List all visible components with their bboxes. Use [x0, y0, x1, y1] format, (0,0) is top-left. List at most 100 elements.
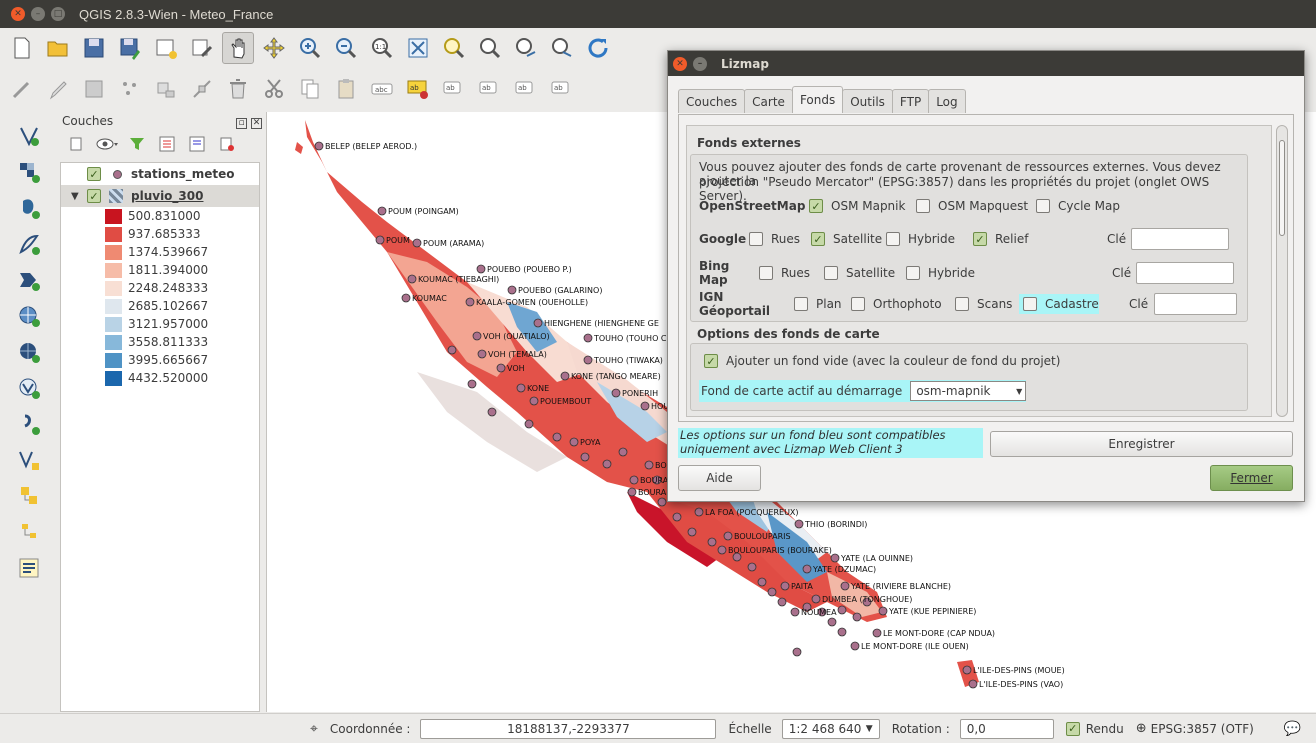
window-close-icon[interactable]: ✕	[11, 7, 25, 21]
zoom-last-icon[interactable]	[510, 32, 542, 64]
google-satellite-option[interactable]: ✓ Satellite	[811, 232, 886, 246]
highlight-label-icon[interactable]: ab	[402, 73, 434, 105]
tab-ftp[interactable]: FTP	[891, 89, 930, 113]
new-print-composer-icon[interactable]	[150, 32, 182, 64]
new-project-icon[interactable]	[6, 32, 38, 64]
tab-carte[interactable]: Carte	[744, 89, 793, 113]
edits-menu-icon[interactable]	[6, 73, 38, 105]
save-layer-edits-icon[interactable]	[78, 73, 110, 105]
google-rues-option[interactable]: Rues	[749, 232, 811, 246]
render-checkbox[interactable]: ✓	[1065, 721, 1080, 736]
move-label-icon[interactable]: ab	[510, 73, 542, 105]
pan-to-selection-icon[interactable]	[258, 32, 290, 64]
osm-mapquest-option[interactable]: OSM Mapquest	[916, 199, 1036, 213]
add-virtual-layer-icon[interactable]	[12, 478, 46, 514]
zoom-out-icon[interactable]	[330, 32, 362, 64]
layer-row-stations[interactable]: ✓ stations_meteo	[61, 163, 259, 185]
help-button[interactable]: Aide	[678, 465, 761, 491]
ign-cadastre-option[interactable]: Cadastre	[1019, 294, 1099, 314]
panel-close-icon[interactable]: ✕	[251, 117, 262, 129]
bing-hybride-option[interactable]: Hybride	[906, 266, 1112, 280]
expand-arrow-icon[interactable]: ▼	[71, 191, 87, 202]
add-wms-layer-icon[interactable]	[12, 298, 46, 334]
expand-all-icon[interactable]	[154, 134, 180, 154]
filter-legend-icon[interactable]	[124, 134, 150, 154]
tab-log[interactable]: Log	[928, 89, 966, 113]
layer-visibility-checkbox[interactable]: ✓	[87, 167, 101, 181]
panel-float-icon[interactable]: ▫	[236, 117, 247, 129]
cycle-map-option[interactable]: Cycle Map	[1036, 199, 1120, 213]
visibility-eye-icon[interactable]	[94, 134, 120, 154]
toggle-editing-icon[interactable]	[42, 73, 74, 105]
label-tool-icon[interactable]: abc	[366, 73, 398, 105]
node-tool-icon[interactable]	[186, 73, 218, 105]
tab-fonds[interactable]: Fonds	[791, 86, 844, 113]
move-feature-icon[interactable]	[150, 73, 182, 105]
osm-mapnik-option[interactable]: ✓ OSM Mapnik	[809, 199, 916, 213]
zoom-full-icon[interactable]	[402, 32, 434, 64]
add-raster-layer-icon[interactable]	[12, 154, 46, 190]
bing-satellite-option[interactable]: Satellite	[824, 266, 906, 280]
copy-features-icon[interactable]	[294, 73, 326, 105]
save-button[interactable]: Enregistrer	[990, 431, 1293, 457]
google-hybride-option[interactable]: Hybride	[886, 232, 973, 246]
messages-icon[interactable]: 💬	[1284, 721, 1301, 737]
pin-label-icon[interactable]: ab	[438, 73, 470, 105]
crs-globe-icon[interactable]: ⊕	[1136, 721, 1147, 736]
tab-couches[interactable]: Couches	[678, 89, 746, 113]
bing-rues-option[interactable]: Rues	[759, 266, 824, 280]
startup-combo[interactable]: osm-mapnik ▼	[910, 381, 1027, 401]
remove-layer-icon[interactable]	[214, 134, 240, 154]
panel-scrollbar[interactable]	[1276, 125, 1288, 417]
mouse-coords-icon[interactable]: ⌖	[310, 721, 318, 737]
ign-scans-option[interactable]: Scans	[955, 297, 1019, 311]
bing-key-input[interactable]	[1136, 262, 1234, 284]
rotation-spinbox[interactable]: 0,0	[959, 718, 1054, 739]
pan-map-icon[interactable]	[222, 32, 254, 64]
new-shapefile-layer-icon[interactable]	[12, 442, 46, 478]
layer-row-pluvio[interactable]: ▼ ✓ pluvio_300	[61, 185, 259, 207]
add-wfs-layer-icon[interactable]	[12, 370, 46, 406]
refresh-icon[interactable]	[582, 32, 614, 64]
google-relief-option[interactable]: ✓ Relief	[973, 232, 1107, 246]
save-as-icon[interactable]	[114, 32, 146, 64]
add-oracle-layer-icon[interactable]	[12, 514, 46, 550]
save-project-icon[interactable]	[78, 32, 110, 64]
open-field-calculator-icon[interactable]	[12, 550, 46, 586]
zoom-in-icon[interactable]	[294, 32, 326, 64]
google-key-input[interactable]	[1131, 228, 1229, 250]
zoom-actual-size-icon[interactable]: 1:1	[366, 32, 398, 64]
add-delimited-text-layer-icon[interactable]	[12, 406, 46, 442]
delete-selected-icon[interactable]	[222, 73, 254, 105]
rotate-label-icon[interactable]: ab	[546, 73, 578, 105]
dialog-minimize-icon[interactable]: –	[693, 56, 707, 71]
ign-plan-option[interactable]: Plan	[794, 297, 851, 311]
ign-orthophoto-option[interactable]: Orthophoto	[851, 297, 955, 311]
collapse-all-icon[interactable]	[184, 134, 210, 154]
window-maximize-icon[interactable]: □	[51, 7, 65, 21]
add-wcs-layer-icon[interactable]	[12, 334, 46, 370]
tab-outils[interactable]: Outils	[842, 89, 893, 113]
paste-features-icon[interactable]	[330, 73, 362, 105]
zoom-next-icon[interactable]	[546, 32, 578, 64]
zoom-to-layer-icon[interactable]	[474, 32, 506, 64]
zoom-to-selection-icon[interactable]	[438, 32, 470, 64]
add-spatialite-layer-icon[interactable]	[12, 226, 46, 262]
show-hide-label-icon[interactable]: ab	[474, 73, 506, 105]
cut-features-icon[interactable]	[258, 73, 290, 105]
crs-status[interactable]: EPSG:3857 (OTF)	[1151, 722, 1254, 736]
scrollbar-thumb[interactable]	[1279, 140, 1285, 236]
fonds-scroll-area[interactable]: Fonds externes Vous pouvez ajouter des f…	[686, 125, 1272, 417]
open-project-icon[interactable]	[42, 32, 74, 64]
layer-styling-icon[interactable]	[64, 134, 90, 154]
empty-bg-option[interactable]: ✓ Ajouter un fond vide (avec la couleur …	[704, 354, 1060, 368]
composer-manager-icon[interactable]	[186, 32, 218, 64]
layer-visibility-checkbox[interactable]: ✓	[87, 189, 101, 203]
add-mssql-layer-icon[interactable]	[12, 262, 46, 298]
dialog-close-icon[interactable]: ✕	[673, 56, 687, 71]
ign-key-input[interactable]	[1154, 293, 1237, 315]
window-minimize-icon[interactable]: –	[31, 7, 45, 21]
add-feature-icon[interactable]	[114, 73, 146, 105]
add-postgis-layer-icon[interactable]	[12, 190, 46, 226]
add-vector-layer-icon[interactable]	[12, 118, 46, 154]
